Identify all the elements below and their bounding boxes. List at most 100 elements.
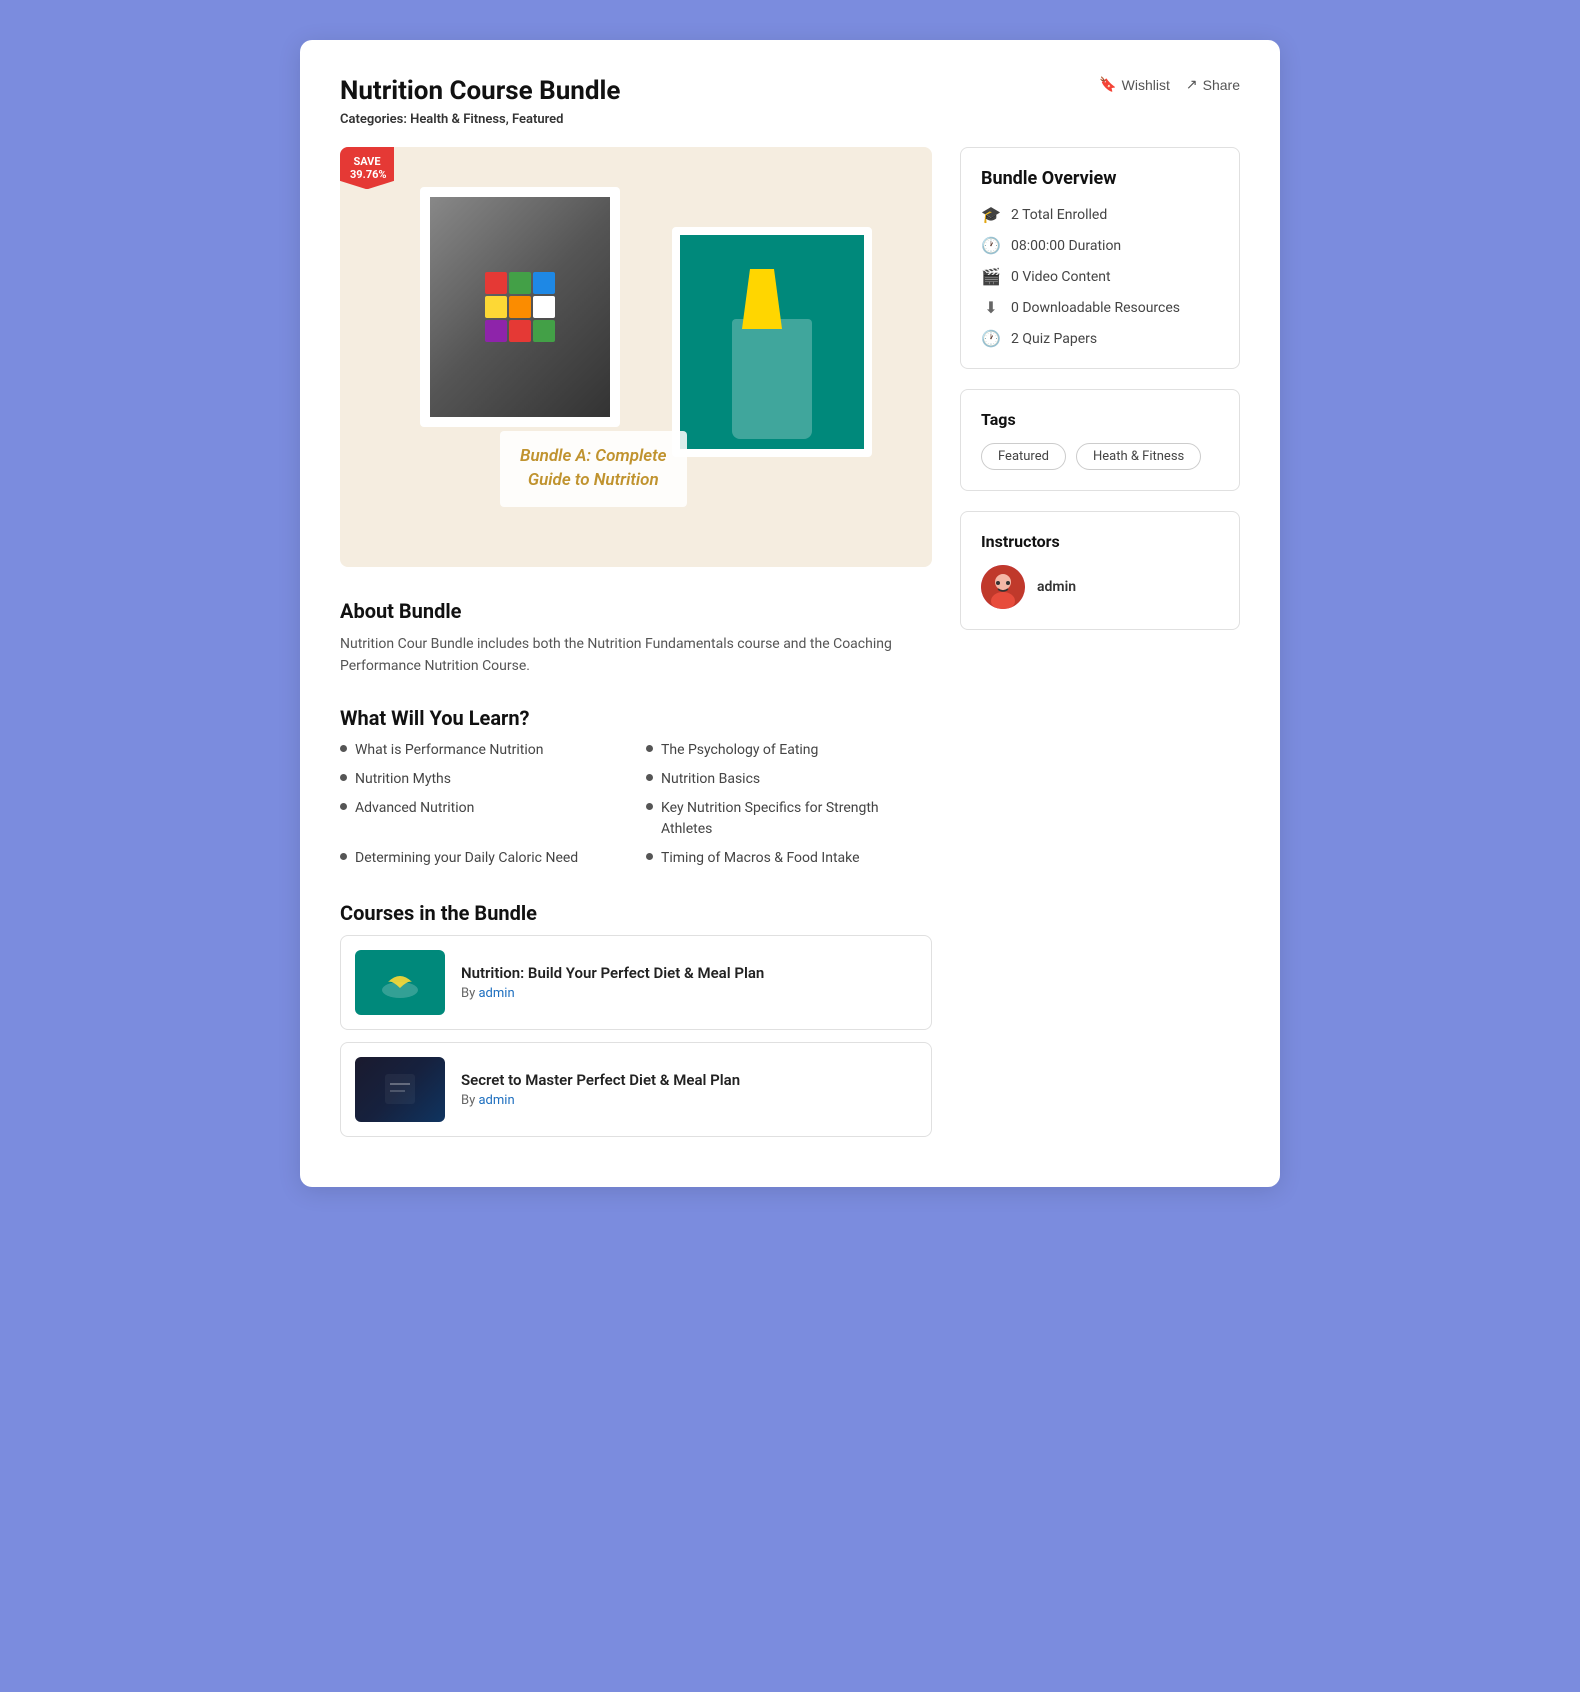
page-card: Nutrition Course Bundle Categories: Heal…	[300, 40, 1280, 1187]
duration-text: 08:00:00 Duration	[1011, 238, 1121, 254]
wishlist-button[interactable]: 🔖 Wishlist	[1099, 76, 1170, 93]
rubik-cell	[485, 296, 507, 318]
rubik-grid	[485, 272, 555, 342]
categories-values: Health & Fitness, Featured	[410, 112, 563, 127]
instructor-name: admin	[1037, 579, 1076, 595]
learn-item-text: Key Nutrition Specifics for Strength Ath…	[661, 798, 932, 840]
bullet-icon	[340, 853, 347, 860]
course-card-1[interactable]: Nutrition: Build Your Perfect Diet & Mea…	[340, 935, 932, 1030]
categories-row: Categories: Health & Fitness, Featured	[340, 112, 620, 127]
rubik-cell	[509, 320, 531, 342]
bullet-icon	[340, 803, 347, 810]
glass	[732, 319, 812, 439]
rubik-cell	[485, 320, 507, 342]
rubik-cell	[509, 296, 531, 318]
overview-items: 🎓 2 Total Enrolled 🕐 08:00:00 Duration 🎬…	[981, 205, 1219, 348]
thumb-icon-2	[380, 1069, 420, 1109]
list-item: Timing of Macros & Food Intake	[646, 848, 932, 869]
overview-item-downloads: ⬇ 0 Downloadable Resources	[981, 298, 1219, 317]
list-item: Nutrition Basics	[646, 769, 932, 790]
hero-image: SAVE 39.76%	[340, 147, 932, 567]
list-item: The Psychology of Eating	[646, 740, 932, 761]
bundle-overlay-text: Bundle A: CompleteGuide to Nutrition	[520, 445, 667, 493]
list-item: Nutrition Myths	[340, 769, 626, 790]
course-by-1: By admin	[461, 986, 917, 1001]
quiz-icon: 🕐	[981, 329, 1001, 348]
bullet-icon	[646, 745, 653, 752]
course-thumb-1	[355, 950, 445, 1015]
learn-grid: What is Performance Nutrition The Psycho…	[340, 740, 932, 869]
course-name-1: Nutrition: Build Your Perfect Diet & Mea…	[461, 964, 917, 982]
enrolled-icon: 🎓	[981, 205, 1001, 224]
downloads-text: 0 Downloadable Resources	[1011, 300, 1180, 316]
page-header: Nutrition Course Bundle Categories: Heal…	[340, 76, 1240, 127]
bundle-overlay: Bundle A: CompleteGuide to Nutrition	[500, 431, 687, 507]
list-item: Determining your Daily Caloric Need	[340, 848, 626, 869]
learn-item-text: Nutrition Basics	[661, 769, 760, 790]
quiz-text: 2 Quiz Papers	[1011, 331, 1097, 347]
tag-featured[interactable]: Featured	[981, 443, 1066, 470]
share-button[interactable]: ↗ Share	[1186, 76, 1240, 93]
share-icon: ↗	[1186, 76, 1198, 93]
bundle-overview-card: Bundle Overview 🎓 2 Total Enrolled 🕐 08:…	[960, 147, 1240, 369]
hero-images: Bundle A: CompleteGuide to Nutrition	[340, 147, 932, 567]
liquid-image	[672, 227, 872, 457]
rubik-cell	[533, 296, 555, 318]
learn-title: What Will You Learn?	[340, 706, 932, 730]
about-title: About Bundle	[340, 599, 932, 623]
bullet-icon	[340, 745, 347, 752]
liquid-pour	[742, 269, 782, 329]
video-icon: 🎬	[981, 267, 1001, 286]
instructor-row: admin	[981, 565, 1219, 609]
overview-item-enrolled: 🎓 2 Total Enrolled	[981, 205, 1219, 224]
course-author-link-1[interactable]: admin	[478, 986, 514, 1001]
bullet-icon	[646, 803, 653, 810]
overview-item-video: 🎬 0 Video Content	[981, 267, 1219, 286]
list-item: What is Performance Nutrition	[340, 740, 626, 761]
tag-heath-fitness[interactable]: Heath & Fitness	[1076, 443, 1201, 470]
rubik-cell	[533, 272, 555, 294]
title-section: Nutrition Course Bundle Categories: Heal…	[340, 76, 620, 127]
tags-title: Tags	[981, 410, 1219, 429]
duration-icon: 🕐	[981, 236, 1001, 255]
right-col: Bundle Overview 🎓 2 Total Enrolled 🕐 08:…	[960, 147, 1240, 1137]
rubik-image	[420, 187, 620, 427]
course-name-2: Secret to Master Perfect Diet & Meal Pla…	[461, 1071, 917, 1089]
categories-label: Categories:	[340, 112, 407, 127]
course-info-2: Secret to Master Perfect Diet & Meal Pla…	[461, 1071, 917, 1108]
share-label: Share	[1203, 77, 1240, 93]
learn-item-text: Nutrition Myths	[355, 769, 451, 790]
learn-item-text: The Psychology of Eating	[661, 740, 818, 761]
header-actions: 🔖 Wishlist ↗ Share	[1099, 76, 1240, 93]
about-description: Nutrition Cour Bundle includes both the …	[340, 633, 932, 678]
rubik-cell	[533, 320, 555, 342]
avatar	[981, 565, 1025, 609]
thumb-dark	[355, 1057, 445, 1122]
learn-item-text: Determining your Daily Caloric Need	[355, 848, 578, 869]
learn-item-text: Timing of Macros & Food Intake	[661, 848, 860, 869]
thumb-icon	[380, 962, 420, 1002]
course-by-2: By admin	[461, 1093, 917, 1108]
left-col: SAVE 39.76%	[340, 147, 932, 1137]
bullet-icon	[646, 853, 653, 860]
bundle-overview-title: Bundle Overview	[981, 168, 1219, 189]
page-title: Nutrition Course Bundle	[340, 76, 620, 106]
learn-item-text: What is Performance Nutrition	[355, 740, 544, 761]
rubik-cell	[509, 272, 531, 294]
course-card-2[interactable]: Secret to Master Perfect Diet & Meal Pla…	[340, 1042, 932, 1137]
tags-row: Featured Heath & Fitness	[981, 443, 1219, 470]
list-item: Advanced Nutrition	[340, 798, 626, 840]
save-badge: SAVE 39.76%	[340, 147, 394, 189]
course-thumb-2	[355, 1057, 445, 1122]
enrolled-text: 2 Total Enrolled	[1011, 207, 1107, 223]
rubik-cell	[485, 272, 507, 294]
overview-item-duration: 🕐 08:00:00 Duration	[981, 236, 1219, 255]
list-item: Key Nutrition Specifics for Strength Ath…	[646, 798, 932, 840]
course-info-1: Nutrition: Build Your Perfect Diet & Mea…	[461, 964, 917, 1001]
video-text: 0 Video Content	[1011, 269, 1111, 285]
main-content: SAVE 39.76%	[340, 147, 1240, 1137]
course-author-link-2[interactable]: admin	[478, 1093, 514, 1108]
courses-list: Nutrition: Build Your Perfect Diet & Mea…	[340, 935, 932, 1137]
bullet-icon	[340, 774, 347, 781]
overview-item-quiz: 🕐 2 Quiz Papers	[981, 329, 1219, 348]
